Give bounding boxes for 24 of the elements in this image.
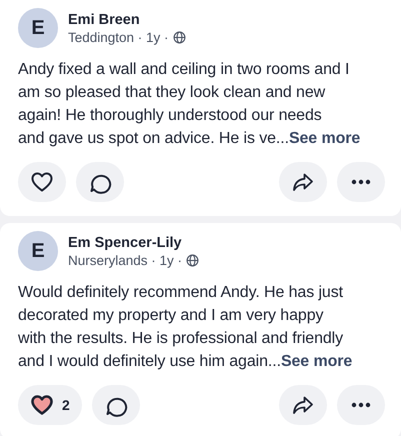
avatar[interactable]: E <box>18 8 58 48</box>
review-meta: Teddington · 1y · <box>68 30 169 44</box>
heart-icon <box>30 393 54 417</box>
comment-button[interactable] <box>76 162 124 202</box>
see-more-link[interactable]: See more <box>280 353 352 370</box>
reviewer-name[interactable]: Emi Breen <box>68 12 186 28</box>
ellipsis-icon <box>351 179 371 185</box>
review-meta: Nurserylands · 1y · <box>68 252 182 268</box>
heart-icon <box>30 170 54 194</box>
ellipsis-icon <box>351 402 371 408</box>
globe-icon <box>172 30 186 44</box>
comment-button[interactable] <box>92 385 140 425</box>
see-more-link[interactable]: See more <box>288 130 360 147</box>
avatar[interactable]: E <box>18 231 58 271</box>
more-options-button[interactable] <box>337 385 385 425</box>
review-text: Would definitely recommend Andy. He has just decorated my property and I am very happy with the results. He is professional and friendly and I would definitely use him again...See more <box>18 283 354 372</box>
reviewer-name[interactable]: Em Spencer-Lily <box>68 234 200 250</box>
review-text: Andy fixed a wall and ceiling in two rooms and I am so pleased that they look clean and new again! He thoroughly understood our needs and gave us spot on advice. He is ve...See more <box>18 60 362 149</box>
like-button[interactable]: 2 <box>18 385 82 425</box>
share-button[interactable] <box>279 385 327 425</box>
like-button[interactable] <box>18 162 66 202</box>
globe-icon <box>186 254 200 266</box>
more-options-button[interactable] <box>337 162 385 202</box>
share-button[interactable] <box>279 162 327 202</box>
